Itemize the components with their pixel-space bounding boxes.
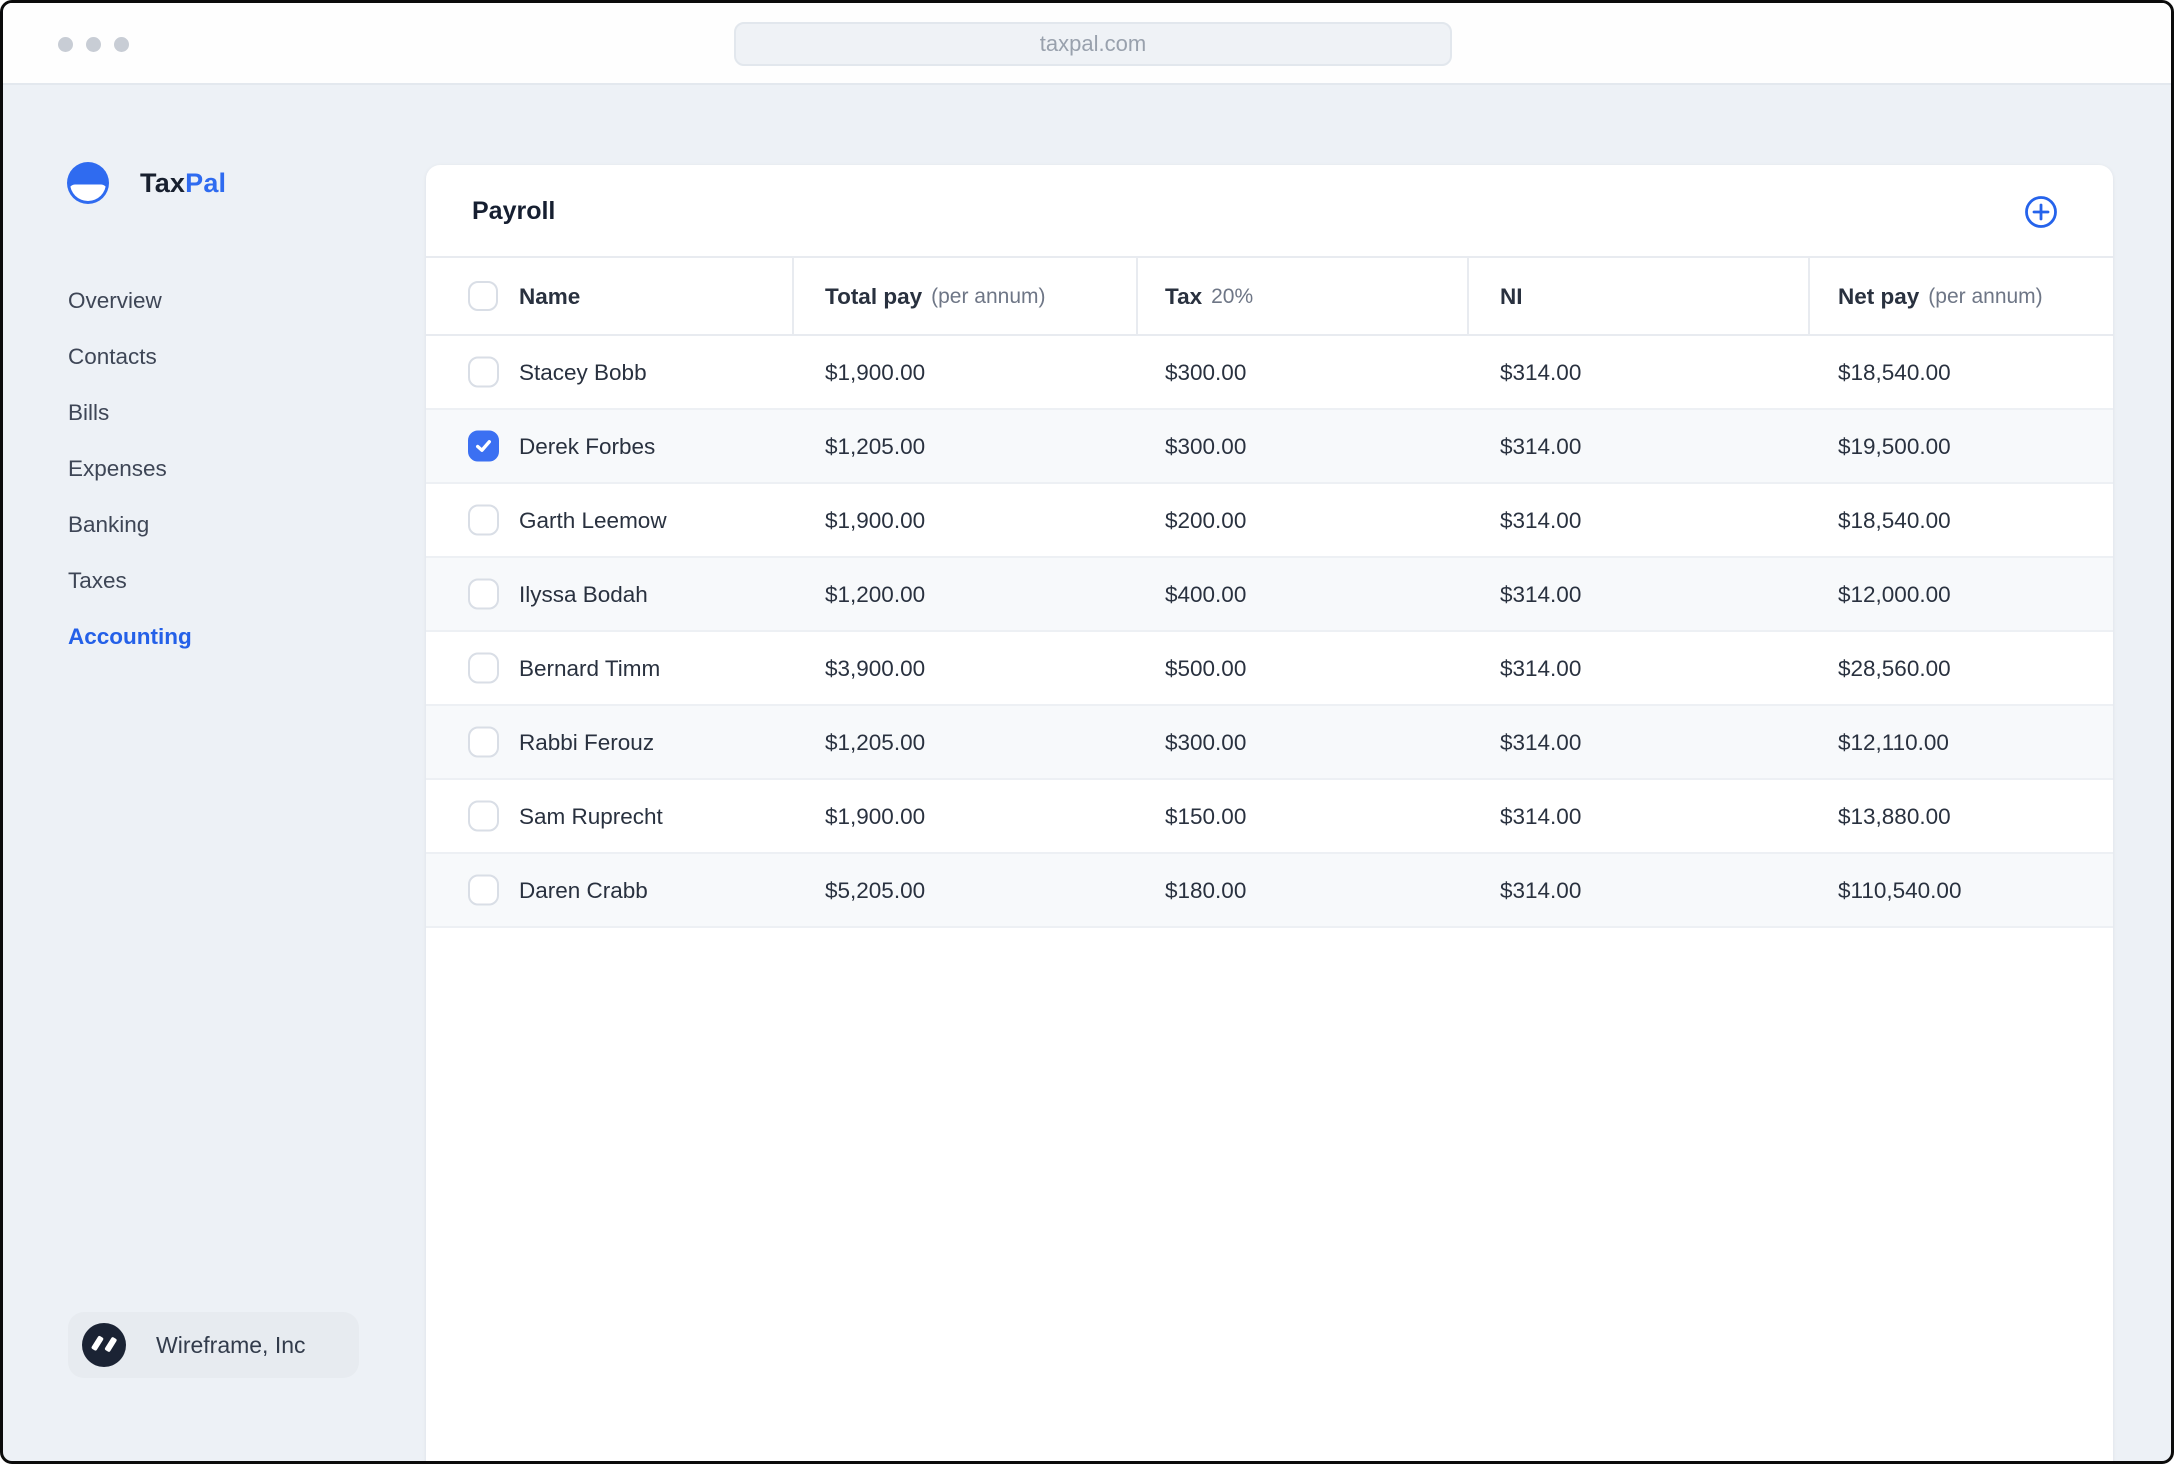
column-header-tax: Tax 20% bbox=[1165, 284, 1254, 309]
sidebar-nav: Overview Contacts Bills Expenses Banking… bbox=[68, 286, 192, 652]
row-checkbox[interactable] bbox=[468, 800, 499, 832]
workspace-switcher[interactable]: Wireframe, Inc bbox=[68, 1312, 359, 1378]
sidebar-item-contacts[interactable]: Contacts bbox=[68, 342, 192, 372]
cell-net-pay: $12,000.00 bbox=[1838, 582, 1951, 607]
row-checkbox[interactable] bbox=[468, 430, 499, 462]
cell-net-pay: $28,560.00 bbox=[1838, 656, 1951, 681]
cell-ni: $314.00 bbox=[1500, 804, 1582, 829]
cell-tax: $400.00 bbox=[1165, 582, 1247, 607]
row-checkbox[interactable] bbox=[468, 652, 499, 684]
cell-name: Garth Leemow bbox=[519, 508, 667, 533]
page-title: Payroll bbox=[472, 197, 556, 225]
column-divider bbox=[1808, 258, 1810, 334]
cell-ni: $314.00 bbox=[1500, 360, 1582, 385]
add-payroll-entry-button[interactable] bbox=[2024, 195, 2058, 229]
payroll-card-header: Payroll bbox=[426, 165, 2113, 258]
cell-name: Rabbi Ferouz bbox=[519, 730, 655, 755]
cell-total-pay: $1,205.00 bbox=[825, 434, 926, 459]
column-divider bbox=[792, 258, 794, 334]
app-window: taxpal.com Tax Pal Overview Contacts Bill… bbox=[0, 0, 2174, 1464]
brand-name-secondary: Pal bbox=[185, 167, 227, 198]
cell-name: Bernard Timm bbox=[519, 656, 661, 681]
column-header-net-pay: Net pay (per annum) bbox=[1838, 284, 2043, 309]
row-checkbox[interactable] bbox=[468, 504, 499, 536]
cell-net-pay: $110,540.00 bbox=[1838, 878, 1962, 903]
table-row: Daren Crabb $5,205.00 $180.00 $314.00 $1… bbox=[426, 854, 2113, 928]
table-header-row: Name Total pay (per annum) Tax 20% NI Ne… bbox=[426, 258, 2113, 336]
cell-total-pay: $1,900.00 bbox=[825, 360, 926, 385]
sidebar-item-banking[interactable]: Banking bbox=[68, 510, 192, 540]
table-row: Rabbi Ferouz $1,205.00 $300.00 $314.00 $… bbox=[426, 706, 2113, 780]
table-row: Bernard Timm $3,900.00 $500.00 $314.00 $… bbox=[426, 632, 2113, 706]
cell-net-pay: $19,500.00 bbox=[1838, 434, 1951, 459]
row-checkbox[interactable] bbox=[468, 726, 499, 758]
column-header-total-pay: Total pay (per annum) bbox=[825, 284, 1046, 309]
cell-name: Derek Forbes bbox=[519, 434, 656, 459]
plus-circle-icon bbox=[2025, 196, 2057, 228]
cell-total-pay: $1,200.00 bbox=[825, 582, 926, 607]
cell-tax: $150.00 bbox=[1165, 804, 1247, 829]
window-close-button[interactable] bbox=[58, 37, 73, 52]
cell-tax: $180.00 bbox=[1165, 878, 1247, 903]
table-row: Derek Forbes $1,205.00 $300.00 $314.00 $… bbox=[426, 410, 2113, 484]
brand-name-primary: Tax bbox=[140, 167, 186, 198]
cell-net-pay: $12,110.00 bbox=[1838, 730, 1949, 755]
column-divider bbox=[1467, 258, 1469, 334]
sidebar-item-accounting[interactable]: Accounting bbox=[68, 622, 192, 652]
cell-tax: $200.00 bbox=[1165, 508, 1247, 533]
table-row: Ilyssa Bodah $1,200.00 $400.00 $314.00 $… bbox=[426, 558, 2113, 632]
table-row: Stacey Bobb $1,900.00 $300.00 $314.00 $1… bbox=[426, 336, 2113, 410]
sidebar-item-taxes[interactable]: Taxes bbox=[68, 566, 192, 596]
wireframe-logo-icon bbox=[82, 1323, 126, 1367]
cell-tax: $300.00 bbox=[1165, 360, 1247, 385]
browser-chrome: taxpal.com bbox=[3, 3, 2171, 85]
window-zoom-button[interactable] bbox=[114, 37, 129, 52]
cell-net-pay: $18,540.00 bbox=[1838, 508, 1951, 533]
cell-ni: $314.00 bbox=[1500, 434, 1582, 459]
cell-net-pay: $18,540.00 bbox=[1838, 360, 1951, 385]
row-checkbox[interactable] bbox=[468, 874, 499, 906]
column-divider bbox=[1136, 258, 1138, 334]
address-bar-url: taxpal.com bbox=[1039, 31, 1147, 56]
column-header-ni: NI bbox=[1500, 284, 1523, 309]
taxpal-logo-icon bbox=[67, 162, 109, 204]
cell-tax: $300.00 bbox=[1165, 434, 1247, 459]
cell-name: Ilyssa Bodah bbox=[519, 582, 648, 607]
cell-ni: $314.00 bbox=[1500, 730, 1582, 755]
cell-total-pay: $1,205.00 bbox=[825, 730, 926, 755]
address-bar[interactable]: taxpal.com bbox=[734, 22, 1452, 66]
table-row: Garth Leemow $1,900.00 $200.00 $314.00 $… bbox=[426, 484, 2113, 558]
cell-ni: $314.00 bbox=[1500, 582, 1582, 607]
table-row: Sam Ruprecht $1,900.00 $150.00 $314.00 $… bbox=[426, 780, 2113, 854]
cell-ni: $314.00 bbox=[1500, 508, 1582, 533]
column-header-name: Name bbox=[519, 284, 581, 309]
brand-name: Tax Pal bbox=[140, 162, 226, 204]
cell-ni: $314.00 bbox=[1500, 878, 1582, 903]
select-all-checkbox[interactable] bbox=[468, 281, 498, 311]
cell-tax: $500.00 bbox=[1165, 656, 1247, 681]
workspace-name: Wireframe, Inc bbox=[156, 1331, 306, 1358]
cell-ni: $314.00 bbox=[1500, 656, 1582, 681]
sidebar-item-overview[interactable]: Overview bbox=[68, 286, 192, 316]
payroll-table-body: Stacey Bobb $1,900.00 $300.00 $314.00 $1… bbox=[426, 336, 2113, 928]
window-controls bbox=[58, 37, 129, 52]
cell-tax: $300.00 bbox=[1165, 730, 1247, 755]
cell-total-pay: $1,900.00 bbox=[825, 804, 926, 829]
cell-total-pay: $3,900.00 bbox=[825, 656, 926, 681]
cell-name: Daren Crabb bbox=[519, 878, 648, 903]
cell-net-pay: $13,880.00 bbox=[1838, 804, 1951, 829]
cell-total-pay: $5,205.00 bbox=[825, 878, 926, 903]
payroll-card: Payroll Name Total pay (per annum) Tax 2… bbox=[426, 165, 2113, 1461]
sidebar-item-expenses[interactable]: Expenses bbox=[68, 454, 192, 484]
cell-name: Stacey Bobb bbox=[519, 360, 647, 385]
cell-total-pay: $1,900.00 bbox=[825, 508, 926, 533]
sidebar-item-bills[interactable]: Bills bbox=[68, 398, 192, 428]
row-checkbox[interactable] bbox=[468, 356, 499, 388]
row-checkbox[interactable] bbox=[468, 578, 499, 610]
cell-name: Sam Ruprecht bbox=[519, 804, 663, 829]
window-minimize-button[interactable] bbox=[86, 37, 101, 52]
